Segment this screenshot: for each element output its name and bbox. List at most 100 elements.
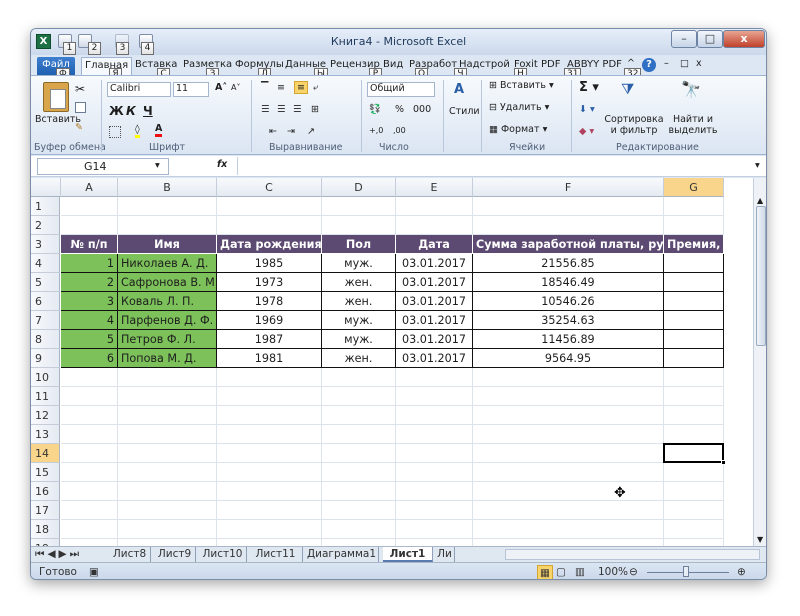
- cell[interactable]: [118, 482, 217, 501]
- borders-icon[interactable]: [109, 126, 121, 138]
- row-header-14[interactable]: 14: [31, 444, 60, 463]
- scroll-thumb[interactable]: [756, 206, 766, 346]
- cell[interactable]: [322, 539, 396, 546]
- table-cell[interactable]: 3: [61, 292, 118, 311]
- cell[interactable]: [61, 406, 118, 425]
- column-header-a[interactable]: A: [61, 178, 118, 197]
- table-cell[interactable]: муж.: [322, 330, 396, 349]
- clear-icon[interactable]: ◆ ▾: [579, 126, 594, 137]
- name-box[interactable]: G14: [37, 158, 169, 175]
- cell[interactable]: [322, 387, 396, 406]
- cell[interactable]: [664, 216, 724, 235]
- scroll-up-icon[interactable]: ▲: [757, 196, 763, 205]
- cell[interactable]: [473, 387, 664, 406]
- cell[interactable]: [322, 216, 396, 235]
- tab-view[interactable]: Вид: [383, 57, 403, 75]
- table-cell[interactable]: 1978: [217, 292, 322, 311]
- window-restore-icon[interactable]: □: [680, 58, 689, 69]
- align-left-icon[interactable]: ☰: [261, 104, 270, 115]
- cell[interactable]: [396, 482, 473, 501]
- row-header-8[interactable]: 8: [31, 330, 60, 349]
- table-header-cell[interactable]: Премия, руб: [664, 235, 724, 254]
- zoom-out-icon[interactable]: ⊖: [629, 565, 638, 579]
- cell[interactable]: [664, 406, 724, 425]
- row-header-17[interactable]: 17: [31, 501, 60, 520]
- cell[interactable]: [217, 387, 322, 406]
- table-cell[interactable]: 5: [61, 330, 118, 349]
- cell[interactable]: [61, 197, 118, 216]
- zoom-in-icon[interactable]: ⊕: [737, 565, 746, 579]
- decrease-decimal-icon[interactable]: ,00: [393, 126, 406, 135]
- table-cell[interactable]: муж.: [322, 311, 396, 330]
- table-cell[interactable]: [664, 330, 724, 349]
- number-format-select[interactable]: Общий: [367, 82, 435, 97]
- column-header-c[interactable]: C: [217, 178, 322, 197]
- table-cell[interactable]: Попова М. Д.: [118, 349, 217, 368]
- cell[interactable]: [473, 197, 664, 216]
- font-size-select[interactable]: 11: [173, 82, 209, 97]
- underline-button[interactable]: Ч: [143, 104, 153, 118]
- styles-icon[interactable]: A: [454, 82, 464, 97]
- cell[interactable]: [61, 539, 118, 546]
- sheet-tab[interactable]: Лист11: [249, 547, 303, 562]
- cell[interactable]: [322, 197, 396, 216]
- row-header-10[interactable]: 10: [31, 368, 60, 387]
- row-header-3[interactable]: 3: [31, 235, 60, 254]
- column-header-f[interactable]: F: [473, 178, 664, 197]
- cell[interactable]: [396, 444, 473, 463]
- table-cell[interactable]: Коваль Л. П.: [118, 292, 217, 311]
- table-cell[interactable]: 6: [61, 349, 118, 368]
- table-cell[interactable]: [664, 311, 724, 330]
- row-header-4[interactable]: 4: [31, 254, 60, 273]
- row-header-13[interactable]: 13: [31, 425, 60, 444]
- minimize-button[interactable]: –: [671, 30, 697, 48]
- cell[interactable]: [118, 539, 217, 546]
- table-header-cell[interactable]: Имя: [118, 235, 217, 254]
- cell[interactable]: [217, 444, 322, 463]
- align-bottom-icon[interactable]: ≡: [294, 81, 308, 94]
- fill-icon[interactable]: ⬇ ▾: [579, 104, 595, 115]
- tab-home[interactable]: Главная: [81, 57, 133, 75]
- increase-decimal-icon[interactable]: +,0: [369, 126, 383, 135]
- table-cell[interactable]: [664, 254, 724, 273]
- cell[interactable]: [61, 463, 118, 482]
- table-cell[interactable]: [664, 349, 724, 368]
- cell[interactable]: [118, 425, 217, 444]
- insert-cells-button[interactable]: ⊞ Вставить ▾: [489, 80, 554, 91]
- cell[interactable]: [118, 520, 217, 539]
- styles-button[interactable]: Стили: [449, 106, 480, 117]
- cell[interactable]: [473, 406, 664, 425]
- cell[interactable]: [664, 520, 724, 539]
- sheet-tab[interactable]: Лист8: [109, 547, 151, 562]
- sheet-nav-icon[interactable]: ⏮◀▶⏭: [35, 547, 82, 562]
- format-painter-icon[interactable]: ✎: [75, 122, 83, 133]
- table-cell[interactable]: 35254.63: [473, 311, 664, 330]
- view-page-break-icon[interactable]: ▥: [575, 565, 585, 579]
- row-header-5[interactable]: 5: [31, 273, 60, 292]
- select-all-corner[interactable]: [31, 178, 61, 197]
- table-cell[interactable]: 1973: [217, 273, 322, 292]
- cell[interactable]: [217, 406, 322, 425]
- close-button[interactable]: x: [723, 30, 765, 48]
- fill-handle[interactable]: [721, 460, 726, 465]
- macro-record-icon[interactable]: ▣: [89, 565, 99, 579]
- table-cell[interactable]: 03.01.2017: [396, 292, 473, 311]
- horizontal-scrollbar[interactable]: [505, 549, 760, 560]
- cell[interactable]: [473, 444, 664, 463]
- cell[interactable]: [118, 406, 217, 425]
- cell[interactable]: [473, 482, 664, 501]
- cell[interactable]: [61, 425, 118, 444]
- table-cell[interactable]: Сафронова В. М.: [118, 273, 217, 292]
- font-name-select[interactable]: Calibri: [107, 82, 171, 97]
- table-cell[interactable]: 9564.95: [473, 349, 664, 368]
- wrap-text-icon[interactable]: ⤶: [313, 82, 318, 93]
- align-right-icon[interactable]: ☰: [293, 104, 302, 115]
- table-header-cell[interactable]: Сумма заработной платы, руб.: [473, 235, 664, 254]
- table-cell[interactable]: 1969: [217, 311, 322, 330]
- cell[interactable]: [217, 501, 322, 520]
- cell[interactable]: [217, 482, 322, 501]
- table-cell[interactable]: муж.: [322, 254, 396, 273]
- cell[interactable]: [61, 520, 118, 539]
- formula-input[interactable]: [237, 157, 749, 175]
- cell[interactable]: [322, 444, 396, 463]
